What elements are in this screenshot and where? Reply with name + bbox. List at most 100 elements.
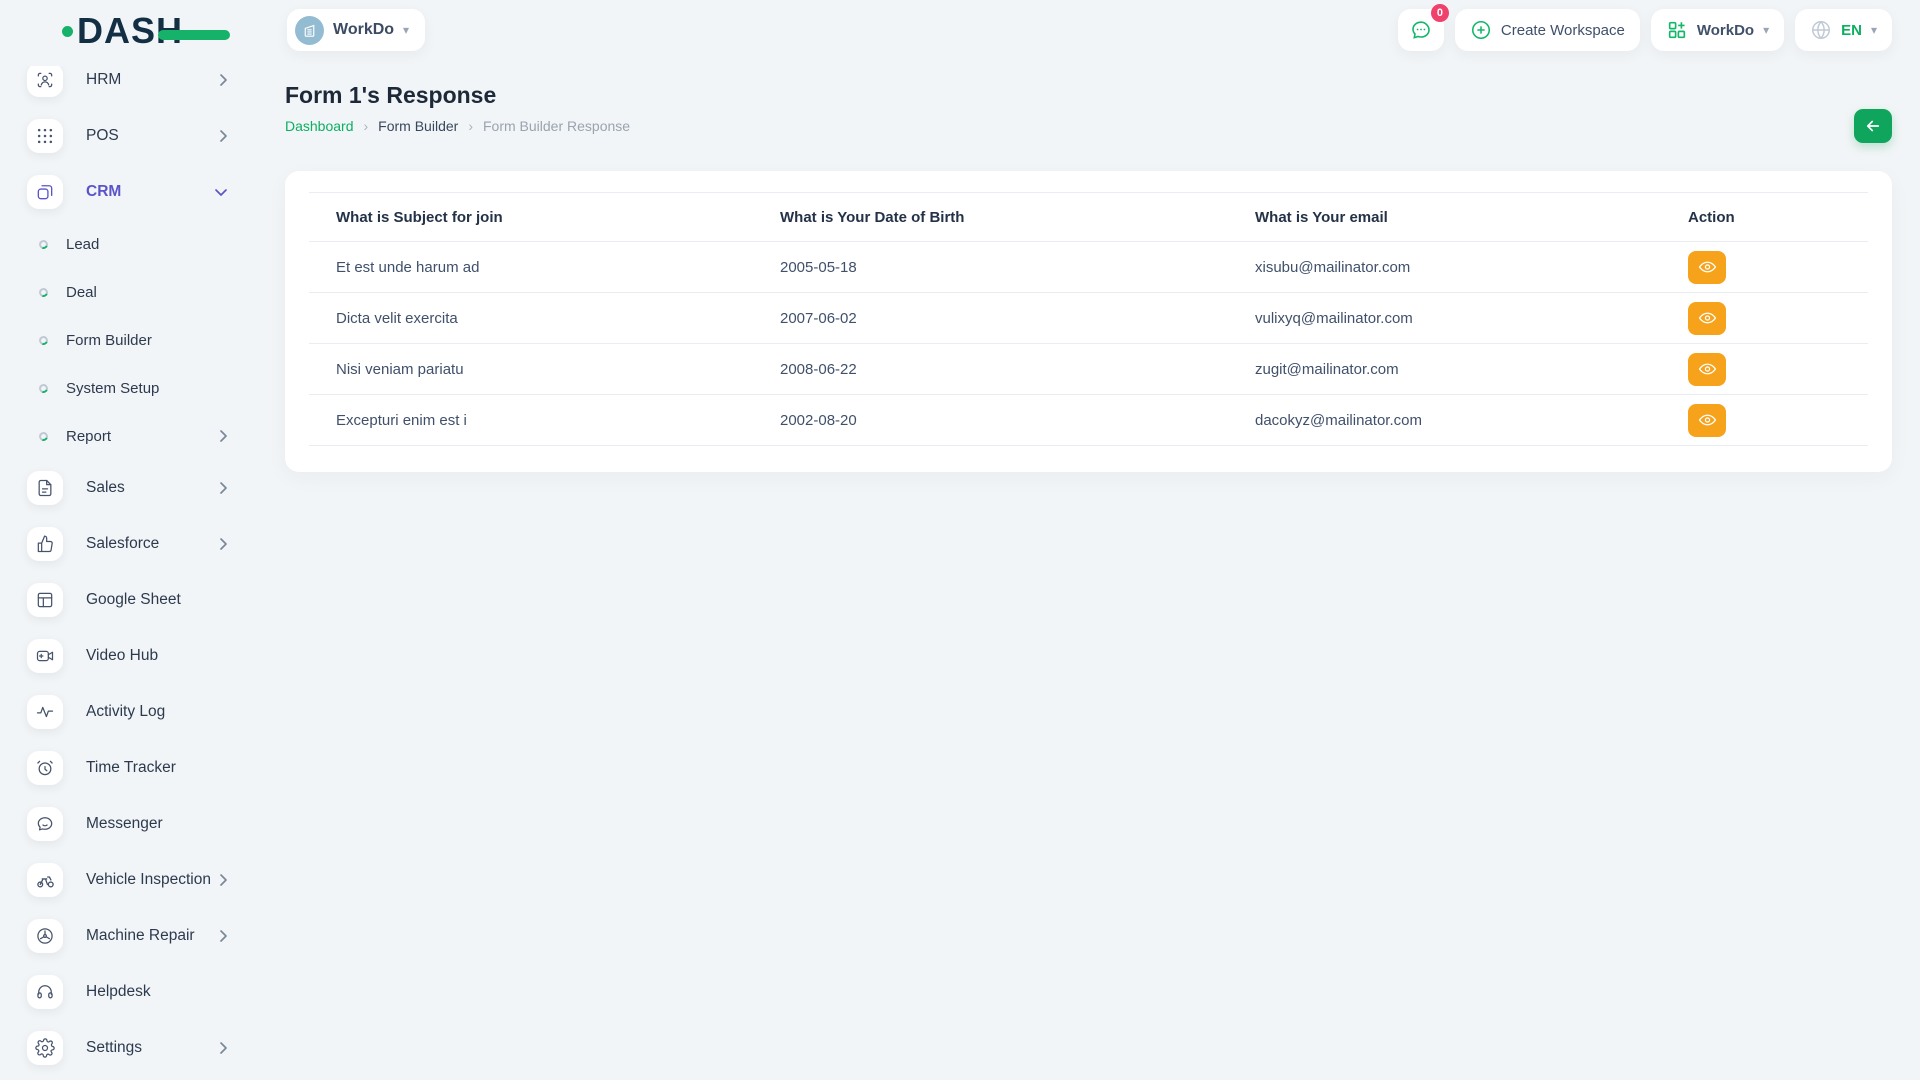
language-selector[interactable]: EN ▾	[1795, 9, 1892, 51]
sidebar-item-google-sheet[interactable]: Google Sheet	[0, 572, 262, 628]
sidebar-item-sales[interactable]: Sales	[0, 460, 262, 516]
breadcrumb-dashboard-link[interactable]: Dashboard	[285, 118, 354, 134]
sidebar-item-label: Vehicle Inspection	[86, 871, 211, 889]
sidebar-item-label: Settings	[86, 1039, 142, 1057]
chevron-right-icon	[219, 537, 228, 551]
plus-circle-icon	[1470, 19, 1492, 41]
sidebar-item-salesforce[interactable]: Salesforce	[0, 516, 262, 572]
chevron-down-icon: ▾	[1763, 23, 1769, 37]
cell-email: vulixyq@mailinator.com	[1228, 293, 1661, 344]
view-response-button[interactable]	[1688, 302, 1726, 335]
column-header-subject: What is Subject for join	[309, 193, 753, 242]
chevron-right-icon	[219, 481, 228, 495]
chevron-down-icon: ▾	[403, 23, 409, 37]
sidebar-item-activity-log[interactable]: Activity Log	[0, 684, 262, 740]
chat-bubble-icon	[1409, 18, 1433, 42]
workspace-selector[interactable]: WorkDo ▾	[287, 9, 425, 51]
sidebar-subitem-system-setup[interactable]: System Setup	[0, 364, 262, 412]
sidebar-subitem-report[interactable]: Report	[0, 412, 262, 460]
sidebar-item-helpdesk[interactable]: Helpdesk	[0, 964, 262, 1020]
create-workspace-button[interactable]: Create Workspace	[1455, 9, 1640, 51]
chevron-down-icon: ▾	[1871, 23, 1877, 37]
bullet-icon	[38, 286, 50, 298]
grid-add-icon	[1666, 19, 1688, 41]
sidebar-item-messenger[interactable]: Messenger	[0, 796, 262, 852]
view-response-button[interactable]	[1688, 404, 1726, 437]
sidebar-subitem-form-builder[interactable]: Form Builder	[0, 316, 262, 364]
bullet-icon	[38, 430, 50, 442]
sidebar-item-label: Activity Log	[86, 703, 165, 721]
sidebar-item-icon	[27, 175, 63, 209]
sidebar-item-icon	[27, 527, 63, 561]
chevron-right-icon	[219, 429, 228, 443]
chat-button[interactable]: 0	[1398, 9, 1444, 51]
eye-icon	[1698, 310, 1717, 326]
cell-email: dacokyz@mailinator.com	[1228, 395, 1661, 446]
sidebar-item-icon	[27, 807, 63, 841]
sidebar-item-video-hub[interactable]: Video Hub	[0, 628, 262, 684]
responses-table: What is Subject for join What is Your Da…	[309, 192, 1868, 446]
sidebar-item-icon	[27, 66, 63, 97]
sidebar-item-icon	[27, 471, 63, 505]
sidebar-item-label: Time Tracker	[86, 759, 176, 777]
chevron-separator-icon: ›	[364, 118, 369, 134]
sidebar-item-label: HRM	[86, 71, 121, 89]
sidebar-item-icon	[27, 583, 63, 617]
workspace-dropdown-label: WorkDo	[1697, 22, 1754, 39]
chevron-right-icon	[219, 1041, 228, 1055]
breadcrumb-form-builder-link[interactable]: Form Builder	[378, 118, 458, 134]
table-row: Et est unde harum ad 2005-05-18 xisubu@m…	[309, 242, 1868, 293]
language-label: EN	[1841, 22, 1862, 39]
sidebar-subitem-label: Deal	[66, 284, 97, 301]
chevron-right-icon	[219, 73, 228, 87]
column-header-email: What is Your email	[1228, 193, 1661, 242]
back-button[interactable]	[1854, 109, 1892, 143]
sidebar-subitem-label: System Setup	[66, 380, 159, 397]
topbar: DASH WorkDo ▾ 0	[0, 0, 1920, 60]
sidebar-item-label: POS	[86, 127, 119, 145]
sidebar-subitem-label: Report	[66, 428, 111, 445]
dash-logo: DASH	[62, 13, 183, 49]
sidebar-item-icon	[27, 751, 63, 785]
cell-email: xisubu@mailinator.com	[1228, 242, 1661, 293]
sidebar-subitem-label: Lead	[66, 236, 99, 253]
sidebar-item-pos[interactable]: POS	[0, 108, 262, 164]
globe-icon	[1810, 19, 1832, 41]
sidebar-item-hrm[interactable]: HRM	[0, 66, 262, 108]
sidebar-item-label: Messenger	[86, 815, 163, 833]
cell-subject: Et est unde harum ad	[309, 242, 753, 293]
table-body: Et est unde harum ad 2005-05-18 xisubu@m…	[309, 242, 1868, 446]
sidebar-item-vehicle-inspection[interactable]: Vehicle Inspection	[0, 852, 262, 908]
table-row: Dicta velit exercita 2007-06-02 vulixyq@…	[309, 293, 1868, 344]
sidebar-item-settings[interactable]: Settings	[0, 1020, 262, 1076]
breadcrumb: Dashboard › Form Builder › Form Builder …	[285, 118, 1892, 134]
table-header-row: What is Subject for join What is Your Da…	[309, 193, 1868, 242]
sidebar: HRM POS CRM Lead Deal Form Builder Syste…	[0, 66, 262, 1080]
bullet-icon	[38, 334, 50, 346]
sidebar-item-icon	[27, 1031, 63, 1065]
sidebar-subitem-deal[interactable]: Deal	[0, 268, 262, 316]
sidebar-menu: HRM POS CRM Lead Deal Form Builder Syste…	[0, 66, 262, 1076]
bullet-icon	[38, 382, 50, 394]
cell-subject: Nisi veniam pariatu	[309, 344, 753, 395]
chevron-down-icon	[214, 188, 228, 197]
view-response-button[interactable]	[1688, 251, 1726, 284]
sidebar-item-icon	[27, 919, 63, 953]
sidebar-subitem-label: Form Builder	[66, 332, 152, 349]
workspace-dropdown[interactable]: WorkDo ▾	[1651, 9, 1784, 51]
logo-dash-bar	[158, 30, 230, 40]
cell-action	[1661, 344, 1868, 395]
sidebar-subitem-lead[interactable]: Lead	[0, 220, 262, 268]
sidebar-item-time-tracker[interactable]: Time Tracker	[0, 740, 262, 796]
sidebar-item-crm[interactable]: CRM	[0, 164, 262, 220]
eye-icon	[1698, 412, 1717, 428]
cell-action	[1661, 242, 1868, 293]
view-response-button[interactable]	[1688, 353, 1726, 386]
sidebar-item-icon	[27, 119, 63, 153]
cell-dob: 2007-06-02	[753, 293, 1228, 344]
sidebar-item-label: Machine Repair	[86, 927, 195, 945]
eye-icon	[1698, 361, 1717, 377]
breadcrumb-current: Form Builder Response	[483, 118, 630, 134]
cell-subject: Excepturi enim est i	[309, 395, 753, 446]
sidebar-item-machine-repair[interactable]: Machine Repair	[0, 908, 262, 964]
